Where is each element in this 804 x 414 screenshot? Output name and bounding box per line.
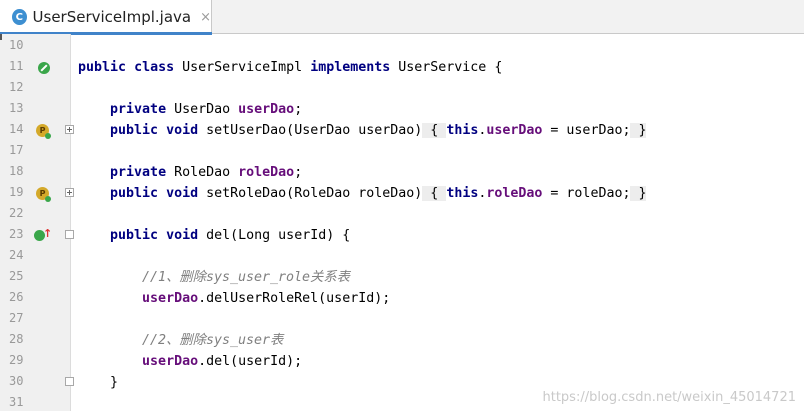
code-text[interactable]: public void del(Long userId) {	[78, 225, 350, 246]
code-line[interactable]: 25 //1、删除sys_user_role关系表	[0, 267, 804, 288]
java-class-icon: C	[12, 9, 27, 25]
line-number: 10	[9, 38, 24, 52]
code-line[interactable]: 14 P public void setUserDao(UserDao user…	[0, 120, 804, 141]
line-number: 17	[9, 143, 24, 157]
code-line[interactable]: 22	[0, 204, 804, 225]
override-arrow-icon: ↑	[43, 227, 53, 240]
line-number: 26	[9, 290, 24, 304]
code-text[interactable]: }	[78, 372, 118, 393]
code-text[interactable]: private RoleDao roleDao;	[78, 162, 302, 183]
line-number: 23	[9, 227, 24, 241]
watermark: https://blog.csdn.net/weixin_45014721	[542, 390, 796, 405]
code-comment[interactable]: //1、删除sys_user_role关系表	[78, 267, 350, 288]
implements-gutter-icon[interactable]	[38, 62, 50, 74]
editor-tab-bar: C UserServiceImpl.java ×	[0, 0, 804, 35]
line-number: 31	[9, 395, 24, 409]
line-number: 14	[9, 122, 24, 136]
line-number: 25	[9, 269, 24, 283]
fold-expand-icon[interactable]	[65, 188, 74, 197]
line-number: 18	[9, 164, 24, 178]
property-status-icon	[45, 196, 51, 202]
code-text[interactable]: userDao.del(userId);	[78, 351, 302, 372]
code-line[interactable]: 17	[0, 141, 804, 162]
fold-collapse-icon[interactable]	[65, 230, 74, 239]
line-number: 24	[9, 248, 24, 262]
code-line[interactable]: 28 //2、删除sys_user表	[0, 330, 804, 351]
code-line[interactable]: 23 ↑ public void del(Long userId) {	[0, 225, 804, 246]
line-number: 19	[9, 185, 24, 199]
line-number: 13	[9, 101, 24, 115]
code-text[interactable]: public void setUserDao(UserDao userDao) …	[78, 120, 647, 141]
code-line[interactable]: 26 userDao.delUserRoleRel(userId);	[0, 288, 804, 309]
line-number: 22	[9, 206, 24, 220]
code-text[interactable]: private UserDao userDao;	[78, 99, 302, 120]
code-text[interactable]: public class UserServiceImpl implements …	[78, 57, 502, 78]
line-number: 27	[9, 311, 24, 325]
code-line[interactable]: 27	[0, 309, 804, 330]
line-number: 30	[9, 374, 24, 388]
code-line[interactable]: 12	[0, 78, 804, 99]
fold-end-icon[interactable]	[65, 377, 74, 386]
code-line[interactable]: 24	[0, 246, 804, 267]
code-text[interactable]: userDao.delUserRoleRel(userId);	[78, 288, 390, 309]
code-line[interactable]: 13 private UserDao userDao;	[0, 99, 804, 120]
property-status-icon	[45, 133, 51, 139]
code-comment[interactable]: //2、删除sys_user表	[78, 330, 283, 351]
code-line[interactable]: 18 private RoleDao roleDao;	[0, 162, 804, 183]
code-line[interactable]: 19 P public void setRoleDao(RoleDao role…	[0, 183, 804, 204]
line-number: 28	[9, 332, 24, 346]
close-icon[interactable]: ×	[200, 10, 211, 25]
code-line[interactable]: 10	[0, 36, 804, 57]
line-number: 29	[9, 353, 24, 367]
file-tab[interactable]: C UserServiceImpl.java ×	[0, 0, 212, 35]
code-text[interactable]: public void setRoleDao(RoleDao roleDao) …	[78, 183, 647, 204]
fold-expand-icon[interactable]	[65, 125, 74, 134]
code-line[interactable]: 29 userDao.del(userId);	[0, 351, 804, 372]
file-tab-title[interactable]: UserServiceImpl.java	[33, 8, 192, 26]
code-line[interactable]: 11 public class UserServiceImpl implemen…	[0, 57, 804, 78]
line-number: 12	[9, 80, 24, 94]
line-number: 11	[9, 59, 24, 73]
